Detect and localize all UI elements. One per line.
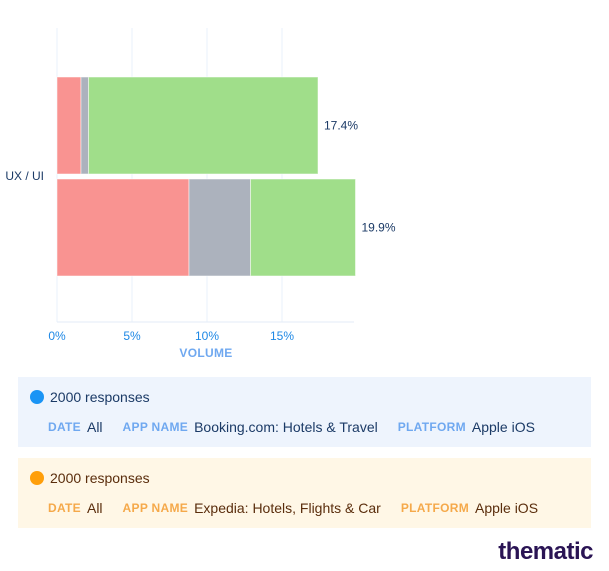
filter-key-date: DATE — [48, 501, 81, 515]
filter-value-app-name: Expedia: Hotels, Flights & Car — [194, 500, 381, 516]
dataset-panel-expedia: 2000 responses DATE All APP NAME Expedia… — [18, 458, 591, 528]
x-axis-title: VOLUME — [179, 346, 232, 360]
bar-segment-neutral[interactable] — [80, 76, 89, 175]
dataset-panel-booking: 2000 responses DATE All APP NAME Booking… — [18, 377, 591, 447]
filter-value-platform: Apple iOS — [475, 500, 539, 516]
x-tick-label: 5% — [123, 329, 141, 343]
bar-segment-negative[interactable] — [56, 76, 82, 175]
filter-key-app-name: APP NAME — [122, 501, 189, 515]
bar-segment-neutral[interactable] — [188, 178, 251, 277]
grid — [56, 28, 283, 322]
x-tick-label: 15% — [270, 329, 294, 343]
bar-total-label: 17.4% — [324, 119, 358, 133]
bar-segment-positive[interactable] — [250, 178, 356, 277]
bars: 17.4% 19.9% — [56, 76, 396, 277]
filter-key-app-name: APP NAME — [122, 420, 189, 434]
chart: 17.4% 19.9% 0% 5% 10% 15% UX / UI VOLUME — [5, 28, 396, 360]
response-count: 2000 responses — [50, 470, 150, 486]
filter-value-date: All — [86, 500, 103, 516]
filter-key-platform: PLATFORM — [397, 420, 466, 434]
filter-key-platform: PLATFORM — [400, 501, 469, 515]
category-label: UX / UI — [5, 169, 44, 183]
x-ticks: 0% 5% 10% 15% — [48, 329, 294, 343]
x-tick-label: 10% — [195, 329, 219, 343]
bar-segment-positive[interactable] — [88, 76, 319, 175]
filter-value-platform: Apple iOS — [471, 419, 535, 435]
dataset-color-dot-icon — [30, 390, 44, 404]
thematic-logo: thematic — [498, 538, 593, 565]
bar-total-label: 19.9% — [362, 221, 396, 235]
x-tick-label: 0% — [48, 329, 66, 343]
filter-value-date: All — [86, 419, 103, 435]
dataset-color-dot-icon — [30, 471, 44, 485]
filter-key-date: DATE — [48, 420, 81, 434]
bar-segment-negative[interactable] — [56, 178, 190, 277]
filter-value-app-name: Booking.com: Hotels & Travel — [194, 419, 378, 435]
response-count: 2000 responses — [50, 389, 150, 405]
